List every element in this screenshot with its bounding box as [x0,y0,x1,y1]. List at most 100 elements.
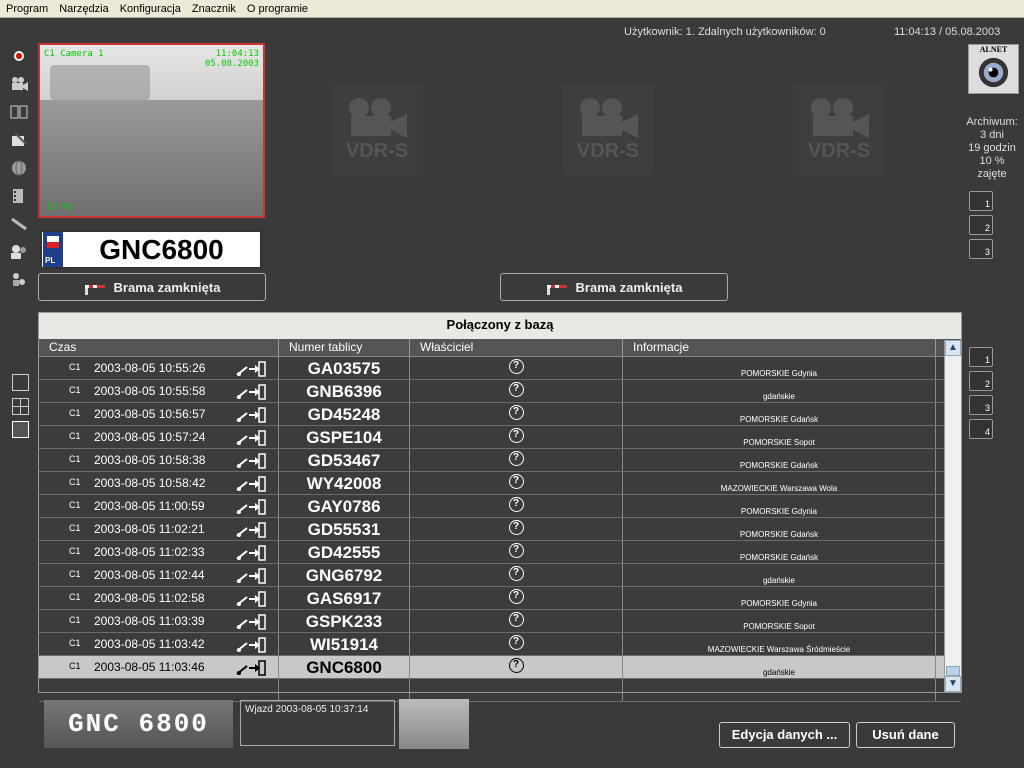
quad-view-icon[interactable] [12,398,29,415]
table-row[interactable]: C1 2003-08-05 11:03:46 GNC6800? gdańskie [39,656,961,679]
table-body: C1 2003-08-05 10:55:26 GA03575? POMORSKIE G… [39,357,961,702]
table-row[interactable]: C1 2003-08-05 11:02:58 GAS6917? POMORSKIE G… [39,587,961,610]
entry-direction-icon [236,660,266,676]
notes-icon[interactable] [6,126,32,154]
logo-text: ALNET [979,45,1008,54]
users-icon[interactable] [6,238,32,266]
plate-number: GNC6800 [99,233,224,265]
table-row[interactable]: C1 2003-08-05 11:03:39 GSPK233? POMORSKIE S… [39,610,961,633]
record-icon[interactable] [6,42,32,70]
event-time: 2003-08-05 10:56:57 [94,407,206,421]
edit-data-button[interactable]: Edycja danych ... [719,722,850,748]
plate-cell: GAY0786 [279,495,410,517]
time-cell: C1 2003-08-05 11:00:59 [39,495,279,517]
camera-view[interactable]: C1 Camera 1 11:04:13 05.08.2003 13 Hz [38,43,265,218]
country-code: PL [45,256,56,265]
owner-cell: ? [410,472,623,494]
entry-direction-icon [236,361,266,377]
empty-channel-2[interactable]: VDR-S [331,83,423,175]
table-header: Czas Numer tablicy Właściciel Informacje [39,339,961,357]
scroll-up-icon[interactable]: ▲ [945,340,961,356]
plate-cell: WI51914 [279,633,410,655]
input-number: 1 [984,199,990,209]
table-row[interactable]: C1 2003-08-05 10:55:58 GNB6396? gdańskie [39,380,961,403]
question-icon: ? [508,359,524,374]
event-time: 2003-08-05 10:58:42 [94,476,206,490]
owner-cell: ? [410,633,623,655]
menu-konfiguracja[interactable]: Konfiguracja [114,0,186,18]
book-icon[interactable] [6,98,32,126]
table-row[interactable]: C1 2003-08-05 10:56:57 GD45248? POMORSKIE G… [39,403,961,426]
table-row[interactable]: C1 2003-08-05 11:00:59 GAY0786? POMORSKIE G… [39,495,961,518]
question-icon: ? [508,589,524,604]
empty-channel-3[interactable]: VDR-S [562,83,654,175]
camera-id: C1 [69,500,81,510]
camera-id: C1 [69,385,81,395]
table-row[interactable]: C1 2003-08-05 11:02:21 GD55531? POMORSKIE G… [39,518,961,541]
archive-hours: 19 godzin [968,142,1016,154]
info-cell: POMORSKIE Gdańsk [623,541,936,563]
scroll-thumb[interactable] [946,666,960,676]
camera-id: C1 [69,638,81,648]
table-row[interactable]: C1 2003-08-05 10:55:26 GA03575? POMORSKIE G… [39,357,961,380]
column-wlasciciel[interactable]: Właściciel [410,339,623,356]
entry-direction-icon [236,637,266,653]
plate-cell: GD45248 [279,403,410,425]
info-cell: MAZOWIECKIE Warszawa Śródmieście [623,633,936,655]
event-time: 2003-08-05 10:57:24 [94,430,206,444]
menu-program[interactable]: Program [0,0,53,18]
tools-icon[interactable] [6,210,32,238]
question-icon: ? [508,497,524,512]
plate-cell: GNC6800 [279,656,410,678]
film-icon[interactable] [6,182,32,210]
table-row[interactable]: C1 2003-08-05 11:03:42 WI51914? MAZOWIECKIE… [39,633,961,656]
table-row[interactable]: C1 2003-08-05 11:02:33 GD42555? POMORSKIE G… [39,541,961,564]
output-number: 3 [984,403,990,413]
alnet-logo: ALNET [968,44,1019,94]
barrier-icon [84,285,105,295]
output-2-button[interactable]: 2 [969,371,993,391]
output-3-button[interactable]: 3 [969,395,993,415]
camera-icon[interactable] [6,70,32,98]
delete-data-button[interactable]: Usuń dane [856,722,955,748]
info-cell: POMORSKIE Sopot [623,610,936,632]
event-time: 2003-08-05 11:02:21 [94,522,205,536]
entry-direction-icon [236,568,266,584]
barrier-icon [546,285,567,295]
column-informacje[interactable]: Informacje [623,339,936,356]
vehicle-thumbnail[interactable] [399,699,469,749]
camera-id: C1 [69,592,81,602]
gate-button-right[interactable]: Brama zamknięta [500,273,728,301]
gate-button-left[interactable]: Brama zamknięta [38,273,266,301]
time-cell: C1 2003-08-05 11:02:21 [39,518,279,540]
input-2-button[interactable]: 2 [969,215,993,235]
menu-o-programie[interactable]: O programie [241,0,313,18]
question-icon: ? [508,382,524,397]
input-1-button[interactable]: 1 [969,191,993,211]
camera-id: C1 [69,362,81,372]
output-1-button[interactable]: 1 [969,347,993,367]
empty-channel-4[interactable]: VDR-S [793,83,885,175]
table-scrollbar[interactable]: ▲ ▼ [944,340,961,692]
eye-logo-icon [978,57,1009,88]
owner-cell: ? [410,610,623,632]
menu-narzedzia[interactable]: Narzędzia [53,0,114,18]
split-view-icon[interactable] [12,421,29,438]
column-czas[interactable]: Czas [39,339,279,356]
scroll-down-icon[interactable]: ▼ [945,676,961,692]
entry-info: Wjazd 2003-08-05 10:37:14 [240,700,395,746]
cameras-icon[interactable] [6,266,32,294]
input-3-button[interactable]: 3 [969,239,993,259]
column-numer-tablicy[interactable]: Numer tablicy [279,339,410,356]
table-row[interactable]: C1 2003-08-05 10:58:42 WY42008? MAZOWIECKIE… [39,472,961,495]
table-row[interactable]: C1 2003-08-05 10:57:24 GSPE104? POMORSKIE S… [39,426,961,449]
globe-icon[interactable] [6,154,32,182]
table-row[interactable]: C1 2003-08-05 10:58:38 GD53467? POMORSKIE G… [39,449,961,472]
time-cell: C1 2003-08-05 11:02:44 [39,564,279,586]
single-view-icon[interactable] [12,374,29,391]
menu-znacznik[interactable]: Znacznik [186,0,241,18]
plate-cell: GSPK233 [279,610,410,632]
output-4-button[interactable]: 4 [969,419,993,439]
time-cell: C1 2003-08-05 11:02:33 [39,541,279,563]
table-row[interactable]: C1 2003-08-05 11:02:44 GNG6792? gdańskie [39,564,961,587]
